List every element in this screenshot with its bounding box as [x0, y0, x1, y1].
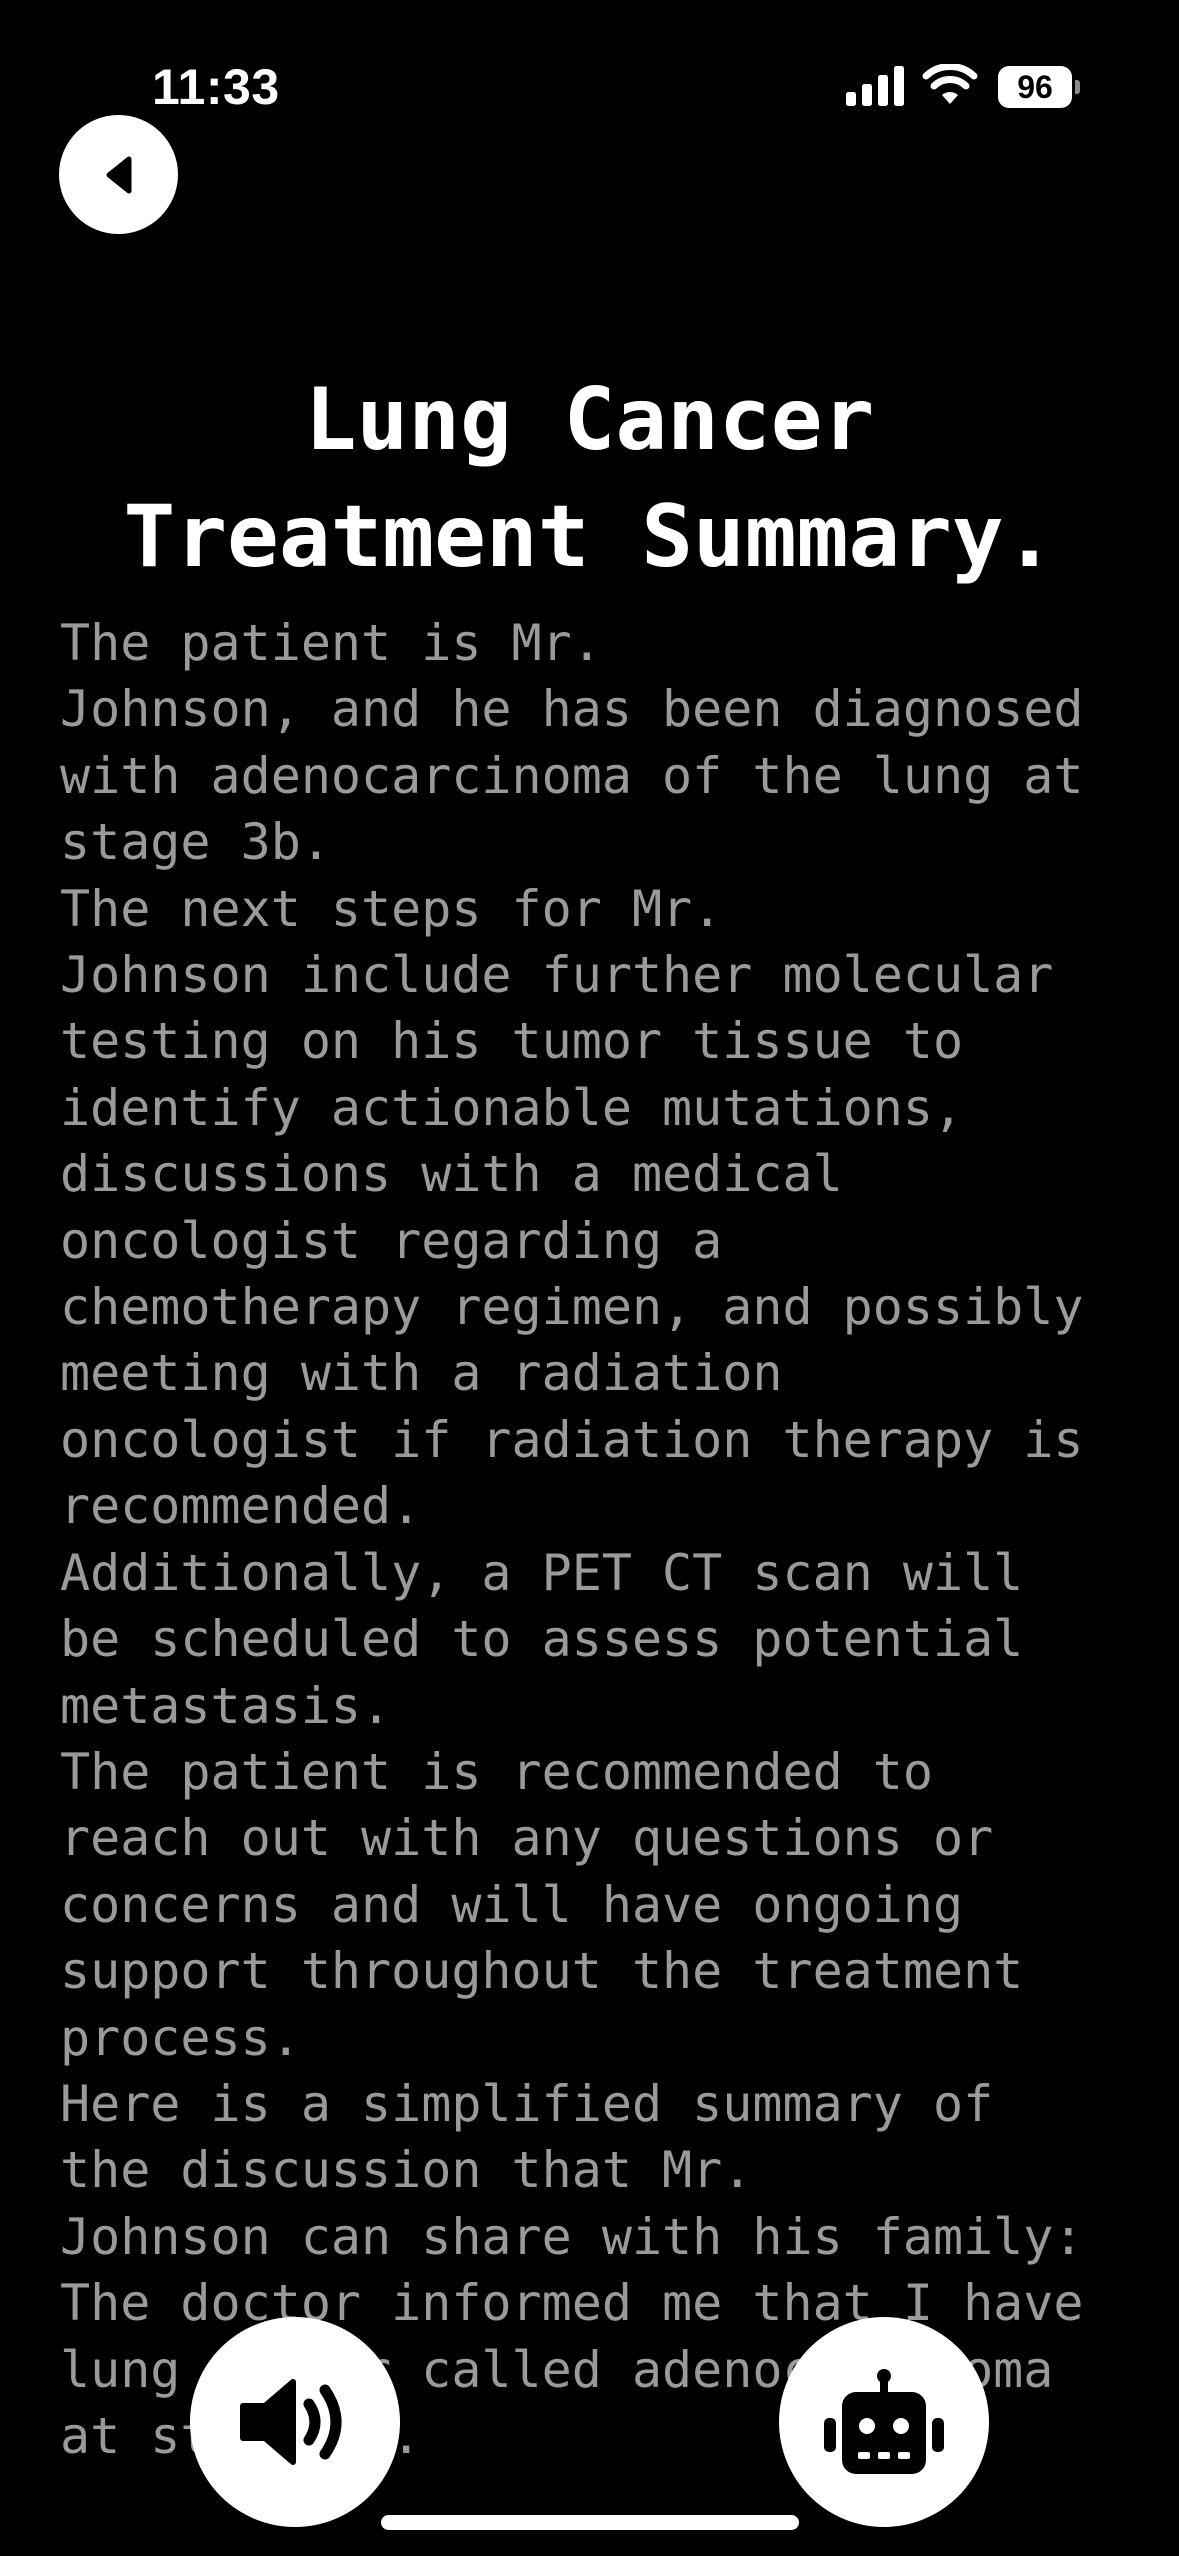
- status-bar: 11:33 96: [0, 0, 1179, 140]
- battery-body: 96: [998, 66, 1072, 108]
- back-button[interactable]: [59, 115, 178, 234]
- home-indicator[interactable]: [381, 2515, 799, 2530]
- robot-icon: [824, 2369, 944, 2474]
- battery-tip: [1075, 80, 1080, 94]
- speaker-icon: [240, 2379, 342, 2465]
- assistant-button[interactable]: [779, 2317, 989, 2527]
- wifi-icon: [922, 64, 978, 104]
- back-arrow-icon: [106, 156, 131, 193]
- signal-icon: [846, 66, 904, 106]
- battery-level: 96: [1017, 69, 1053, 105]
- status-time: 11:33: [152, 59, 280, 115]
- page-title: Lung Cancer Treatment Summary.: [123, 370, 1056, 587]
- speaker-button[interactable]: [190, 2317, 400, 2527]
- treatment-summary-text: The patient is Mr. Johnson, and he has b…: [60, 614, 1084, 2465]
- battery-icon: 96: [998, 66, 1080, 108]
